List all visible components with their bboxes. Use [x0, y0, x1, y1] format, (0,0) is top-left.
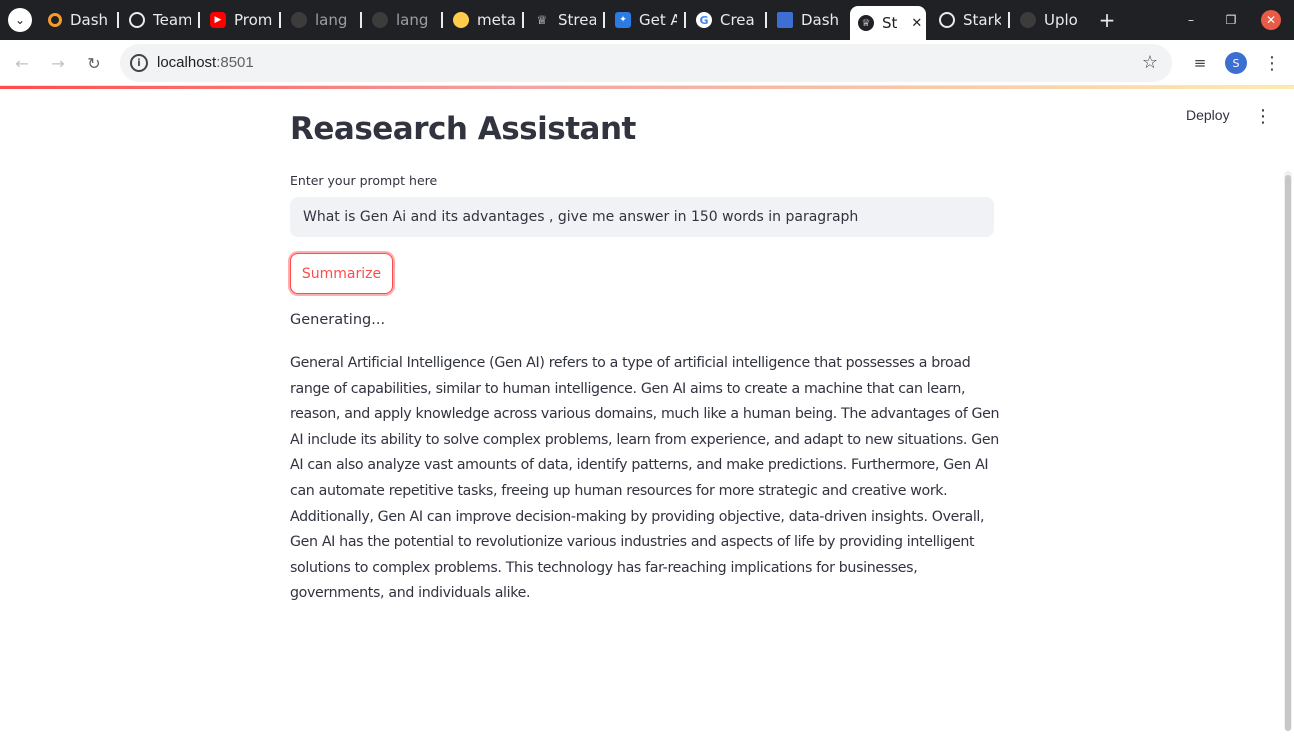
- tab-title: lang: [396, 11, 429, 29]
- tab-title: lang: [315, 11, 348, 29]
- browser-tab-active[interactable]: ♕ St ✕: [850, 6, 926, 40]
- tab-close-icon[interactable]: ✕: [911, 16, 922, 31]
- browser-tab[interactable]: lang: [291, 6, 349, 34]
- app-menu-icon[interactable]: ⋮: [1254, 107, 1272, 127]
- browser-tab[interactable]: G Crea: [696, 6, 758, 34]
- tab-separator: [279, 12, 281, 28]
- window-close-icon[interactable]: ✕: [1261, 10, 1281, 30]
- github-icon: [372, 12, 388, 28]
- new-tab-plus-icon[interactable]: +: [1097, 8, 1117, 32]
- tab-title: Get A: [639, 11, 677, 29]
- scrollbar-thumb[interactable]: [1285, 175, 1291, 731]
- google-icon: G: [696, 12, 712, 28]
- tab-title: Dash: [801, 11, 839, 29]
- browser-tab[interactable]: Dash: [777, 6, 839, 34]
- back-arrow-icon[interactable]: ←: [11, 52, 33, 74]
- tab-separator: [684, 12, 686, 28]
- butterfly-icon: ✦: [615, 12, 631, 28]
- chat-icon: [129, 12, 145, 28]
- browser-tab[interactable]: Dash: [48, 6, 110, 34]
- dashboard-icon: [777, 12, 793, 28]
- restore-icon[interactable]: ❐: [1221, 10, 1241, 30]
- streamlit-icon: ♕: [536, 13, 548, 27]
- browser-tab[interactable]: lang: [372, 6, 430, 34]
- profile-avatar[interactable]: S: [1225, 52, 1247, 74]
- site-info-icon[interactable]: i: [130, 54, 148, 72]
- tab-title: Dash: [70, 11, 109, 29]
- browser-tab[interactable]: Uplo: [1020, 6, 1082, 34]
- tab-title: Strea: [558, 11, 596, 29]
- tab-search-chevron-icon[interactable]: ⌄: [8, 8, 32, 32]
- tab-separator: [1008, 12, 1010, 28]
- browser-tab[interactable]: ✦ Get A: [615, 6, 677, 34]
- github-icon: [291, 12, 307, 28]
- youtube-icon: ▶: [210, 12, 226, 28]
- browser-tab[interactable]: Stark: [939, 6, 1001, 34]
- minimize-icon[interactable]: –: [1181, 10, 1201, 30]
- ring-icon: [48, 13, 62, 27]
- tab-title: Team: [153, 11, 191, 29]
- tab-separator: [198, 12, 200, 28]
- tab-separator: [441, 12, 443, 28]
- prompt-label: Enter your prompt here: [290, 173, 438, 188]
- tab-separator: [360, 12, 362, 28]
- status-text: Generating...: [290, 312, 386, 328]
- tab-separator: [603, 12, 605, 28]
- url-text[interactable]: localhost:8501: [157, 54, 254, 71]
- streamlit-icon: ♕: [858, 15, 874, 31]
- tab-title: Prom: [234, 11, 272, 29]
- browser-tab[interactable]: meta: [453, 6, 515, 34]
- tab-separator: [522, 12, 524, 28]
- forward-arrow-icon[interactable]: →: [47, 52, 69, 74]
- browser-toolbar: ← → ↻ i localhost:8501 ☆ ≡ ⋮: [0, 40, 1294, 86]
- tab-title: Crea: [720, 11, 755, 29]
- prompt-input[interactable]: [290, 197, 994, 237]
- browser-tab[interactable]: Team: [129, 6, 191, 34]
- media-queue-icon[interactable]: ≡: [1189, 52, 1211, 74]
- bookmark-star-icon[interactable]: ☆: [1142, 52, 1158, 73]
- answer-paragraph: General Artificial Intelligence (Gen AI)…: [290, 355, 1000, 602]
- address-bar[interactable]: i localhost:8501 ☆: [120, 44, 1172, 82]
- reload-icon[interactable]: ↻: [83, 52, 105, 74]
- tab-separator: [765, 12, 767, 28]
- url-host: localhost: [157, 54, 217, 71]
- page-title: Reasearch Assistant: [290, 111, 636, 147]
- deploy-button[interactable]: Deploy: [1186, 107, 1230, 123]
- github-icon: [1020, 12, 1036, 28]
- browser-tab[interactable]: ♕ Strea: [534, 6, 596, 34]
- tab-strip: ⌄ Dash Team ▶ Prom lang lang meta ♕ Stre…: [0, 0, 1294, 40]
- tab-title: Stark: [963, 11, 1001, 29]
- url-port: :8501: [216, 54, 254, 71]
- tab-separator: [117, 12, 119, 28]
- huggingface-icon: [453, 12, 469, 28]
- app-page: Deploy ⋮ Reasearch Assistant Enter your …: [0, 89, 1294, 741]
- tab-title: meta: [477, 11, 515, 29]
- openai-icon: [939, 12, 955, 28]
- summarize-button[interactable]: Summarize: [290, 253, 393, 294]
- tab-title: St: [882, 14, 898, 32]
- tab-title: Uplo: [1044, 11, 1078, 29]
- browser-tab[interactable]: ▶ Prom: [210, 6, 272, 34]
- browser-menu-icon[interactable]: ⋮: [1261, 52, 1283, 74]
